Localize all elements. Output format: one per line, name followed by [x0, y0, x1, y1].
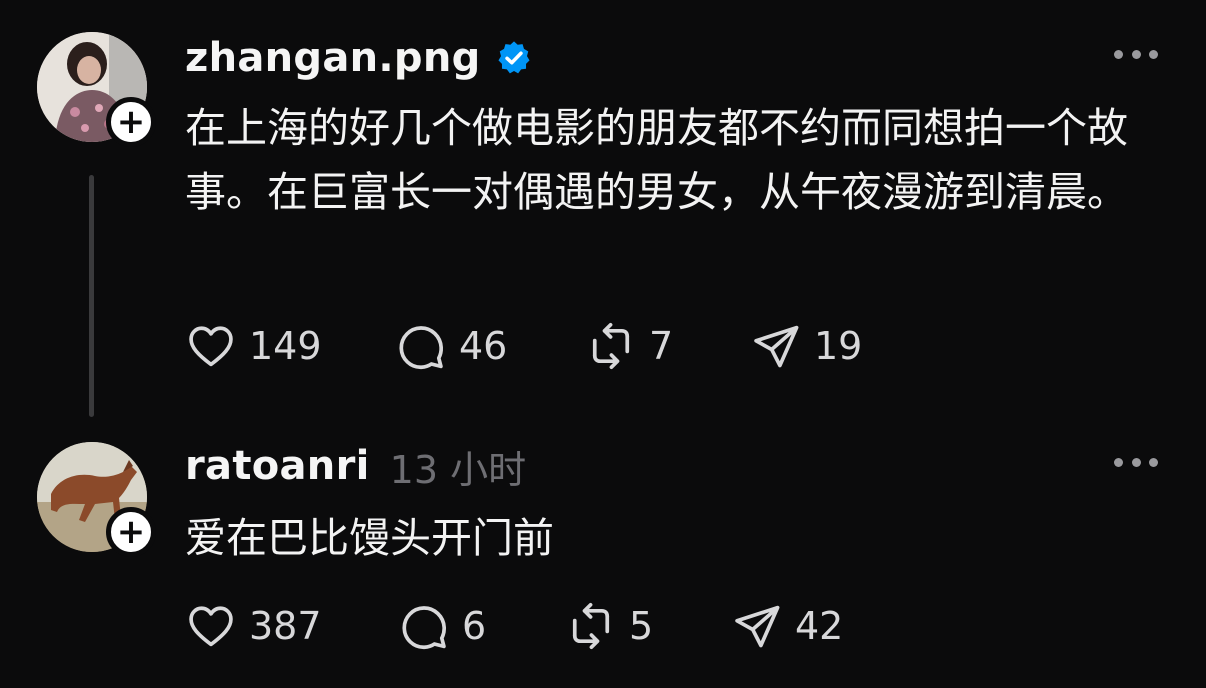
like-count: 387 — [249, 604, 322, 648]
like-button[interactable]: 149 — [185, 316, 322, 376]
timestamp: 13 小时 — [389, 447, 527, 492]
like-count: 149 — [249, 324, 322, 368]
repost-icon — [592, 322, 630, 370]
username[interactable]: ratoanri — [185, 443, 370, 489]
post-text: 在上海的好几个做电影的朋友都不约而同想拍一个故事。在巨富长一对偶遇的男女，从午夜… — [185, 104, 1128, 216]
post-text: 爱在巴比馒头开门前 — [185, 514, 554, 562]
plus-icon: + — [116, 102, 146, 142]
share-button[interactable]: 42 — [731, 596, 843, 656]
more-options-button[interactable] — [1114, 44, 1158, 64]
heart-icon — [189, 606, 233, 647]
share-count: 19 — [814, 324, 863, 368]
post-header: zhangan.png — [185, 30, 533, 86]
comment-icon — [402, 606, 447, 650]
repost-button[interactable]: 7 — [585, 316, 673, 376]
reply-button[interactable]: 46 — [395, 316, 507, 376]
post: + ratoanri 13 小时 爱在巴比馒头开门前 387 6 5 42 — [0, 430, 1206, 688]
comment-icon — [399, 326, 444, 370]
more-options-button[interactable] — [1114, 452, 1158, 472]
more-icon — [1114, 49, 1123, 59]
reply-count: 46 — [459, 324, 508, 368]
plus-icon: + — [116, 512, 146, 552]
reply-button[interactable]: 6 — [398, 596, 486, 656]
username[interactable]: zhangan.png — [185, 35, 481, 81]
heart-icon — [189, 326, 233, 367]
share-count: 42 — [795, 604, 844, 648]
post: + zhangan.png 在上海的好几个做电影的朋友都不约而同想拍一个故事。在… — [0, 0, 1206, 420]
follow-button[interactable]: + — [106, 97, 156, 147]
share-button[interactable]: 19 — [750, 316, 862, 376]
post-header: ratoanri 13 小时 — [185, 438, 526, 494]
send-icon — [754, 325, 799, 368]
repost-count: 7 — [649, 324, 674, 368]
more-icon — [1114, 457, 1123, 467]
repost-count: 5 — [629, 604, 654, 648]
thread-line — [89, 175, 94, 417]
verified-badge-icon — [498, 41, 530, 74]
follow-button[interactable]: + — [106, 507, 156, 557]
reply-count: 6 — [462, 604, 487, 648]
like-button[interactable]: 387 — [185, 596, 322, 656]
repost-icon — [572, 602, 610, 650]
send-icon — [735, 605, 780, 648]
repost-button[interactable]: 5 — [565, 596, 653, 656]
